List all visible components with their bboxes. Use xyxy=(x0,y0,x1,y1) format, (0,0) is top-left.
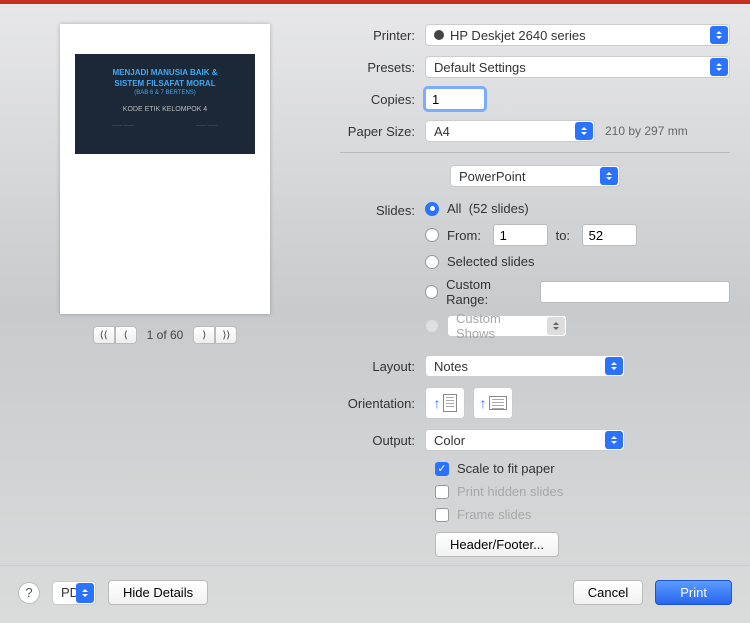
orientation-portrait-button[interactable]: ↑ xyxy=(425,387,465,419)
last-page-button[interactable]: ⟩⟩ xyxy=(215,326,237,344)
layout-select[interactable]: Notes xyxy=(425,355,625,377)
layout-label: Layout: xyxy=(340,359,425,374)
arrow-up-icon: ↑ xyxy=(434,395,441,411)
slides-from-input[interactable] xyxy=(493,224,548,246)
printer-select[interactable]: HP Deskjet 2640 series xyxy=(425,24,730,46)
custom-shows-select: Custom Shows xyxy=(447,315,567,337)
presets-label: Presets: xyxy=(340,60,425,75)
print-button[interactable]: Print xyxy=(655,580,732,605)
app-section-select[interactable]: PowerPoint xyxy=(450,165,620,187)
scale-to-fit-checkbox[interactable] xyxy=(435,462,449,476)
printer-icon xyxy=(434,30,444,40)
slide-thumbnail: MENJADI MANUSIA BAIK & SISTEM FILSAFAT M… xyxy=(75,54,255,154)
slides-from-radio[interactable] xyxy=(425,228,439,242)
output-select[interactable]: Color xyxy=(425,429,625,451)
paper-size-hint: 210 by 297 mm xyxy=(605,124,688,138)
copies-label: Copies: xyxy=(340,92,425,107)
cancel-button[interactable]: Cancel xyxy=(573,580,643,605)
next-page-button[interactable]: ⟩ xyxy=(193,326,215,344)
print-preview: MENJADI MANUSIA BAIK & SISTEM FILSAFAT M… xyxy=(60,24,270,314)
orientation-landscape-button[interactable]: ↑ xyxy=(473,387,513,419)
presets-select[interactable]: Default Settings xyxy=(425,56,730,78)
pdf-menu[interactable]: PDF xyxy=(52,581,96,605)
paper-size-label: Paper Size: xyxy=(340,124,425,139)
slides-custom-shows-radio xyxy=(425,319,439,333)
output-label: Output: xyxy=(340,433,425,448)
slides-to-input[interactable] xyxy=(582,224,637,246)
print-hidden-checkbox xyxy=(435,485,449,499)
paper-size-select[interactable]: A4 xyxy=(425,120,595,142)
slides-selected-radio[interactable] xyxy=(425,255,439,269)
slides-custom-range-radio[interactable] xyxy=(425,285,438,299)
help-button[interactable]: ? xyxy=(18,582,40,604)
orientation-label: Orientation: xyxy=(340,396,425,411)
frame-slides-checkbox xyxy=(435,508,449,522)
arrow-up-icon: ↑ xyxy=(480,395,487,411)
slides-all-radio[interactable] xyxy=(425,202,439,216)
copies-input[interactable] xyxy=(425,88,485,110)
first-page-button[interactable]: ⟨⟨ xyxy=(93,326,115,344)
custom-range-input[interactable] xyxy=(540,281,730,303)
printer-label: Printer: xyxy=(340,28,425,43)
page-indicator: 1 of 60 xyxy=(147,328,184,342)
prev-page-button[interactable]: ⟨ xyxy=(115,326,137,344)
slides-label: Slides: xyxy=(340,201,425,218)
header-footer-button[interactable]: Header/Footer... xyxy=(435,532,559,557)
hide-details-button[interactable]: Hide Details xyxy=(108,580,208,605)
